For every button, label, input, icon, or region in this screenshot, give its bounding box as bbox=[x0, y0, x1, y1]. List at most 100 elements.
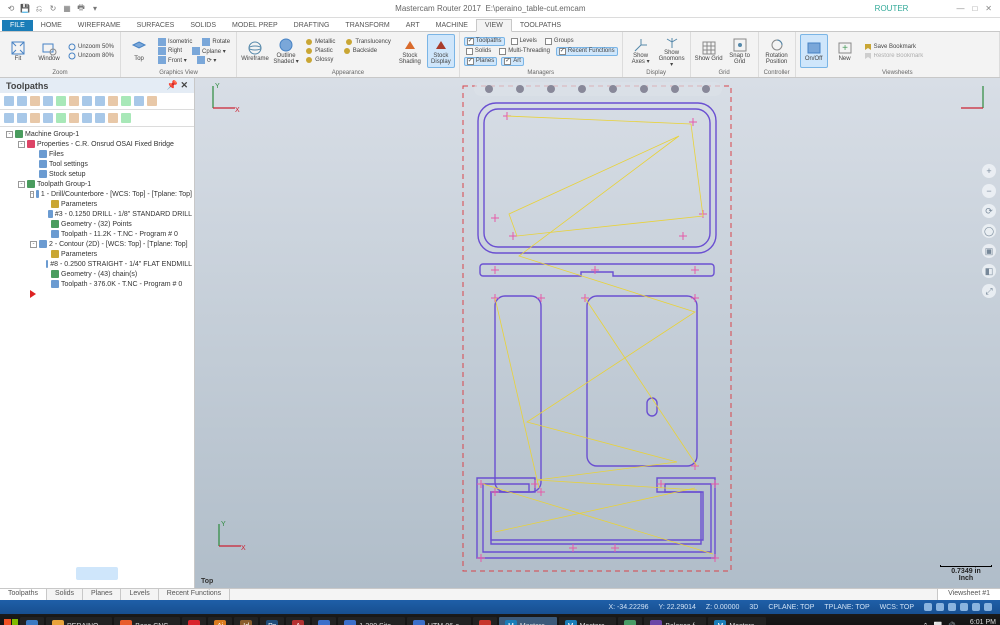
toolbar-icon[interactable] bbox=[43, 96, 53, 106]
taskbar-app[interactable]: MMasterc... bbox=[559, 617, 617, 625]
tab-transform[interactable]: TRANSFORM bbox=[337, 20, 397, 31]
taskbar-app[interactable] bbox=[473, 617, 497, 625]
vt-icon[interactable] bbox=[671, 85, 679, 93]
status-icon[interactable] bbox=[972, 603, 980, 611]
toolbar-icon[interactable] bbox=[134, 96, 144, 106]
status-cplane[interactable]: CPLANE: TOP bbox=[768, 604, 814, 611]
status-wcs[interactable]: WCS: TOP bbox=[880, 604, 914, 611]
tree-node[interactable]: Parameters bbox=[2, 249, 192, 259]
stock-display-button[interactable]: Stock Display bbox=[427, 34, 455, 68]
stock-shading-button[interactable]: Stock Shading bbox=[396, 34, 424, 68]
toolbar-icon[interactable] bbox=[43, 113, 53, 123]
toolbar-icon[interactable] bbox=[56, 96, 66, 106]
operations-tree[interactable]: -Machine Group-1-Properties - C.R. Onsru… bbox=[0, 127, 194, 558]
taskbar-clock[interactable]: 6:01 PM10/16/2018 bbox=[961, 619, 996, 625]
outline-shaded-button[interactable]: Outline Shaded ▾ bbox=[272, 34, 300, 68]
manager-toggle[interactable]: Planes bbox=[464, 57, 497, 66]
undo-icon[interactable]: ⎌ bbox=[34, 4, 44, 14]
panel-close-icon[interactable]: ✕ bbox=[180, 80, 188, 90]
manager-toggle[interactable]: Multi-Threading bbox=[497, 47, 552, 56]
top-view-button[interactable]: Top bbox=[125, 34, 153, 68]
taskbar-app[interactable] bbox=[182, 617, 206, 625]
view-tool-icon[interactable]: ⟳ bbox=[982, 204, 996, 218]
taskbar-app[interactable]: Id bbox=[234, 617, 258, 625]
tab-view[interactable]: VIEW bbox=[476, 19, 512, 32]
tab-home[interactable]: HOME bbox=[33, 20, 70, 31]
view-option[interactable]: Isometric bbox=[156, 38, 194, 46]
minimize-icon[interactable]: — bbox=[956, 4, 964, 13]
view-option[interactable]: Cplane ▾ bbox=[190, 47, 228, 55]
toolbar-icon[interactable] bbox=[95, 96, 105, 106]
save-bookmark-button[interactable]: Save Bookmark bbox=[862, 43, 926, 51]
status-icon[interactable] bbox=[936, 603, 944, 611]
taskbar-app[interactable]: 1-200 Site ... bbox=[338, 617, 405, 625]
manager-toggle[interactable]: Solids bbox=[464, 47, 493, 56]
tab-model prep[interactable]: MODEL PREP bbox=[224, 20, 286, 31]
toolbar-icon[interactable] bbox=[17, 96, 27, 106]
material-option[interactable]: Translucency bbox=[343, 38, 392, 46]
status-icon[interactable] bbox=[948, 603, 956, 611]
tab-toolpaths[interactable]: TOOLPATHS bbox=[512, 20, 569, 31]
view-quick-toolbar[interactable] bbox=[474, 82, 722, 96]
pin-icon[interactable]: 📌 bbox=[167, 80, 178, 90]
graphics-viewport[interactable]: Y X Y X bbox=[195, 78, 1000, 588]
viewsheet-tab[interactable]: Viewsheet #1 bbox=[937, 589, 1000, 600]
zoom-out-icon[interactable]: − bbox=[982, 184, 996, 198]
toolbar-icon[interactable] bbox=[82, 113, 92, 123]
viewsheets-new-button[interactable]: +New bbox=[831, 34, 859, 68]
tree-node[interactable]: -Properties - C.R. Onsrud OSAI Fixed Bri… bbox=[2, 139, 192, 149]
view-tool-icon[interactable]: ⤢ bbox=[982, 284, 996, 298]
rotation-position-button[interactable]: Rotation Position bbox=[763, 34, 791, 68]
tab-file[interactable]: FILE bbox=[2, 20, 33, 31]
viewsheets-onoff-button[interactable]: On/Off bbox=[800, 34, 828, 68]
view-option[interactable]: ⟳ ▾ bbox=[195, 56, 219, 64]
tab-drafting[interactable]: DRAFTING bbox=[286, 20, 338, 31]
status-mode[interactable]: 3D bbox=[749, 604, 758, 611]
toolbar-icon[interactable] bbox=[17, 113, 27, 123]
qat-icon[interactable]: ▦ bbox=[62, 4, 72, 14]
taskbar-app[interactable]: Base CNC... bbox=[114, 617, 180, 625]
taskbar-app[interactable] bbox=[618, 617, 642, 625]
tree-node[interactable]: #3 - 0.1250 DRILL - 1/8" STANDARD DRILL bbox=[2, 209, 192, 219]
vt-icon[interactable] bbox=[578, 85, 586, 93]
snap-grid-button[interactable]: Snap to Grid bbox=[726, 34, 754, 68]
start-button[interactable] bbox=[4, 619, 18, 625]
bottom-tab[interactable]: Toolpaths bbox=[0, 589, 47, 600]
tree-node[interactable]: -2 - Contour (2D) - [WCS: Top] - [Tplane… bbox=[2, 239, 192, 249]
taskbar-app[interactable]: MMasterc... bbox=[708, 617, 766, 625]
view-option[interactable]: Rotate bbox=[200, 38, 232, 46]
qat-icon[interactable]: ⟲ bbox=[6, 4, 16, 14]
maximize-icon[interactable]: □ bbox=[972, 4, 977, 13]
tree-node[interactable]: Files bbox=[2, 149, 192, 159]
taskbar-app[interactable]: PERAINO ... bbox=[46, 617, 112, 625]
taskbar-app[interactable]: Balance f... bbox=[644, 617, 706, 625]
tree-node[interactable]: Parameters bbox=[2, 199, 192, 209]
save-icon[interactable]: 💾 bbox=[20, 4, 30, 14]
unzoom-80-button[interactable]: Unzoom 80% bbox=[66, 52, 116, 60]
show-gnomons-button[interactable]: Show Gnomons ▾ bbox=[658, 34, 686, 68]
restore-bookmark-button[interactable]: Restore Bookmark bbox=[862, 52, 926, 60]
toolbar-icon[interactable] bbox=[121, 113, 131, 123]
toolbar-icon[interactable] bbox=[108, 96, 118, 106]
tab-solids[interactable]: SOLIDS bbox=[182, 20, 224, 31]
status-icon[interactable] bbox=[984, 603, 992, 611]
toolbar-icon[interactable] bbox=[69, 113, 79, 123]
toolbar-icon[interactable] bbox=[69, 96, 79, 106]
taskbar-app[interactable]: Ps bbox=[260, 617, 284, 625]
tree-node[interactable]: Stock setup bbox=[2, 169, 192, 179]
tab-art[interactable]: ART bbox=[398, 20, 428, 31]
manager-toggle[interactable]: Toolpaths bbox=[464, 37, 505, 46]
system-tray[interactable]: ⌃ ⬜ 🔊 6:01 PM10/16/2018 bbox=[923, 619, 996, 625]
toolbar-icon[interactable] bbox=[4, 113, 14, 123]
tab-machine[interactable]: MACHINE bbox=[428, 20, 476, 31]
redo-icon[interactable]: ↻ bbox=[48, 4, 58, 14]
print-icon[interactable]: 🖶 bbox=[76, 4, 86, 14]
status-icon[interactable] bbox=[960, 603, 968, 611]
toolbar-icon[interactable] bbox=[30, 113, 40, 123]
toolbar-icon[interactable] bbox=[108, 113, 118, 123]
tree-node[interactable]: Tool settings bbox=[2, 159, 192, 169]
taskbar-app[interactable]: HTM-06-c... bbox=[407, 617, 471, 625]
manager-toggle[interactable]: Groups bbox=[543, 37, 576, 46]
close-icon[interactable]: ✕ bbox=[985, 4, 992, 13]
unzoom-50-button[interactable]: Unzoom 50% bbox=[66, 43, 116, 51]
